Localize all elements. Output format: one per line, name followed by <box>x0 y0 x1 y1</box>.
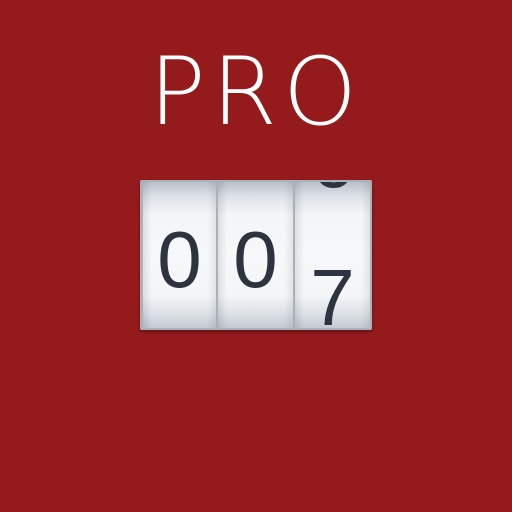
counter-digit-ones: 7 <box>310 253 355 329</box>
tally-counter[interactable]: 0 0 6 7 <box>140 180 372 330</box>
counter-wheel-tens: 0 <box>218 182 293 328</box>
counter-digit-tens: 0 <box>233 215 278 304</box>
counter-wheel-ones: 6 7 <box>295 182 370 328</box>
counter-wheel-hundreds: 0 <box>143 182 216 328</box>
counter-digit-hundreds: 0 <box>157 215 202 304</box>
pro-label: PRO <box>149 38 363 147</box>
counter-digit-ones-rolling: 6 <box>295 182 370 200</box>
